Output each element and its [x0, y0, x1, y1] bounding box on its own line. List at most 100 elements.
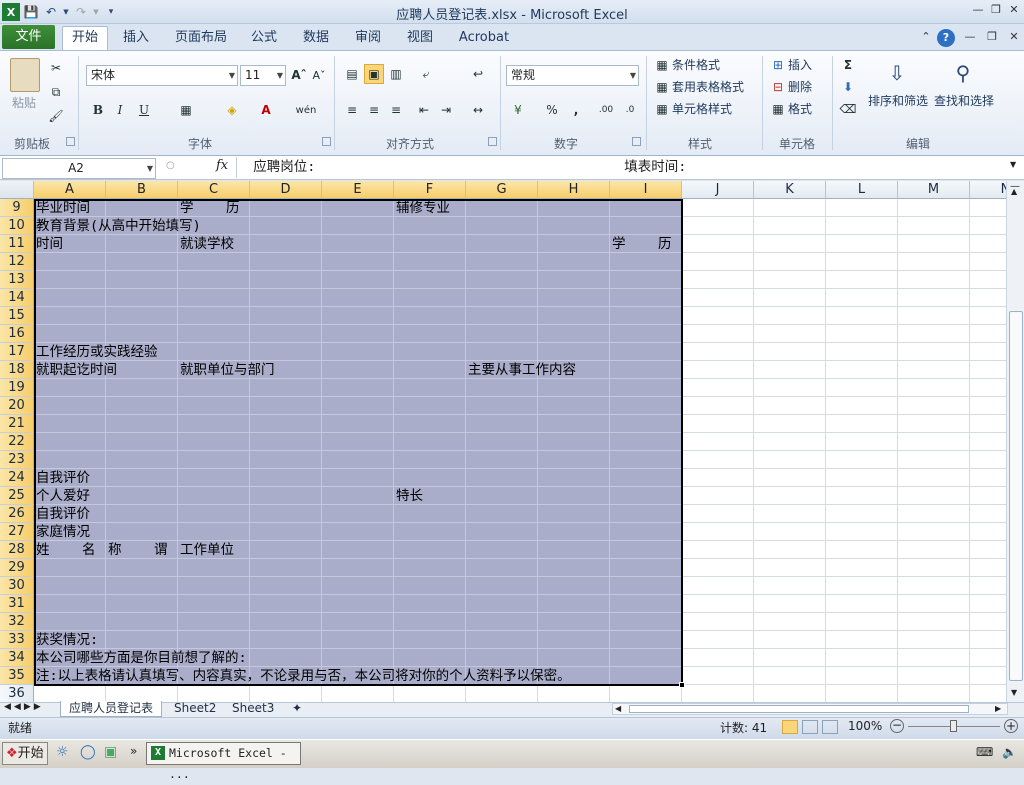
grid-cell[interactable]: [970, 235, 1006, 253]
grid-cell[interactable]: [106, 631, 178, 649]
grid-cell[interactable]: [898, 649, 970, 667]
align-top-icon[interactable]: ▤: [342, 64, 362, 84]
minimize-icon[interactable]: —: [970, 3, 986, 19]
grid-cell[interactable]: [250, 343, 322, 361]
tray-speaker-icon[interactable]: 🔈: [1002, 745, 1017, 759]
grid-cell[interactable]: [898, 595, 970, 613]
grid-cell[interactable]: [826, 577, 898, 595]
grid-cell[interactable]: [538, 379, 610, 397]
align-bottom-icon[interactable]: ▥: [386, 64, 406, 84]
grid-cell[interactable]: [178, 595, 250, 613]
scroll-left-icon[interactable]: ◀: [615, 704, 621, 713]
fill-icon[interactable]: ⬇: [838, 77, 858, 97]
font-name-combo[interactable]: 宋体 ▼: [86, 65, 238, 86]
scroll-up-icon[interactable]: ▲: [1011, 187, 1017, 196]
grid-cell[interactable]: [322, 631, 394, 649]
sheet-tab-2[interactable]: Sheet2: [166, 701, 224, 717]
grid-cell[interactable]: [898, 451, 970, 469]
format-as-table-icon[interactable]: ▦: [652, 77, 672, 97]
grid-cell[interactable]: [538, 487, 610, 505]
grid-cell[interactable]: [682, 199, 754, 217]
grid-cell[interactable]: [826, 433, 898, 451]
grid-cell[interactable]: [682, 559, 754, 577]
grid-cell[interactable]: [34, 253, 106, 271]
grid-cell[interactable]: [898, 217, 970, 235]
grid-cell[interactable]: [898, 253, 970, 271]
grid-cell[interactable]: [826, 523, 898, 541]
grid-cell[interactable]: [682, 487, 754, 505]
tab-formulas[interactable]: 公式: [244, 28, 284, 50]
grid-cell[interactable]: [826, 451, 898, 469]
grid-cell[interactable]: [250, 433, 322, 451]
grid-cell[interactable]: [898, 361, 970, 379]
column-header[interactable]: J: [682, 181, 754, 199]
grid-cell[interactable]: [178, 271, 250, 289]
grid-cell[interactable]: [538, 685, 610, 702]
grid-cell[interactable]: [826, 595, 898, 613]
tab-page-layout[interactable]: 页面布局: [168, 28, 234, 50]
grow-font-icon[interactable]: Aˆ: [289, 65, 309, 85]
zoom-out-icon[interactable]: −: [890, 719, 904, 733]
grid-cell[interactable]: [538, 451, 610, 469]
grid-cell[interactable]: [322, 415, 394, 433]
grid-cell[interactable]: [610, 469, 682, 487]
font-launcher-icon[interactable]: [322, 137, 331, 146]
grid-cell[interactable]: [970, 649, 1006, 667]
grid-cell[interactable]: [178, 577, 250, 595]
font-color-icon[interactable]: A: [256, 100, 276, 120]
number-launcher-icon[interactable]: [632, 137, 641, 146]
grid-cell[interactable]: [538, 649, 610, 667]
grid-cell[interactable]: [610, 631, 682, 649]
restore-icon[interactable]: ❐: [988, 3, 1004, 19]
grid-cell[interactable]: [466, 433, 538, 451]
row-header[interactable]: 12: [0, 253, 34, 271]
grid-cell[interactable]: [106, 469, 178, 487]
format-cells-icon[interactable]: ▦: [768, 99, 788, 119]
grid-cell[interactable]: [250, 685, 322, 702]
grid-cell[interactable]: [106, 397, 178, 415]
grid-cell[interactable]: [538, 469, 610, 487]
grid-cell[interactable]: [34, 559, 106, 577]
tab-review[interactable]: 审阅: [348, 28, 388, 50]
grid-cell[interactable]: [178, 613, 250, 631]
row-header[interactable]: 23: [0, 451, 34, 469]
underline-icon[interactable]: U: [134, 100, 154, 120]
column-header[interactable]: C: [178, 181, 250, 199]
grid-cell[interactable]: [466, 541, 538, 559]
grid-cell[interactable]: [322, 523, 394, 541]
grid-cell[interactable]: [394, 505, 466, 523]
grid-cell[interactable]: [178, 289, 250, 307]
grid-cell[interactable]: [394, 253, 466, 271]
delete-cells-icon[interactable]: ⊟: [768, 77, 788, 97]
grid-cell[interactable]: [682, 271, 754, 289]
grid-cell[interactable]: [466, 559, 538, 577]
grid-cell[interactable]: [538, 325, 610, 343]
grid-cell[interactable]: [898, 559, 970, 577]
grid-cell[interactable]: [394, 631, 466, 649]
row-header[interactable]: 10: [0, 217, 34, 235]
grid-cell[interactable]: [754, 343, 826, 361]
grid-cell[interactable]: [538, 577, 610, 595]
grid-cell[interactable]: [826, 307, 898, 325]
conditional-format-button[interactable]: 条件格式: [672, 55, 720, 75]
grid-cell[interactable]: [754, 289, 826, 307]
clear-icon[interactable]: ⌫: [838, 99, 858, 119]
grid-cell[interactable]: [682, 451, 754, 469]
grid-cell[interactable]: [538, 199, 610, 217]
grid-cell[interactable]: [250, 397, 322, 415]
column-header[interactable]: L: [826, 181, 898, 199]
number-format-combo[interactable]: 常规 ▼: [506, 65, 639, 86]
tray-keyboard-icon[interactable]: ⌨: [976, 745, 993, 759]
row-header[interactable]: 30: [0, 577, 34, 595]
grid-cell[interactable]: [754, 613, 826, 631]
grid-cell[interactable]: [682, 217, 754, 235]
grid-cell[interactable]: [826, 559, 898, 577]
grid-cell[interactable]: [826, 325, 898, 343]
grid-cell[interactable]: [250, 451, 322, 469]
grid-cell[interactable]: [610, 343, 682, 361]
grid-cell[interactable]: [250, 595, 322, 613]
quicklaunch-app-icon[interactable]: ▣: [104, 744, 117, 760]
insert-cells-icon[interactable]: ⊞: [768, 55, 788, 75]
grid-cell[interactable]: [250, 649, 322, 667]
grid-cell[interactable]: [322, 199, 394, 217]
